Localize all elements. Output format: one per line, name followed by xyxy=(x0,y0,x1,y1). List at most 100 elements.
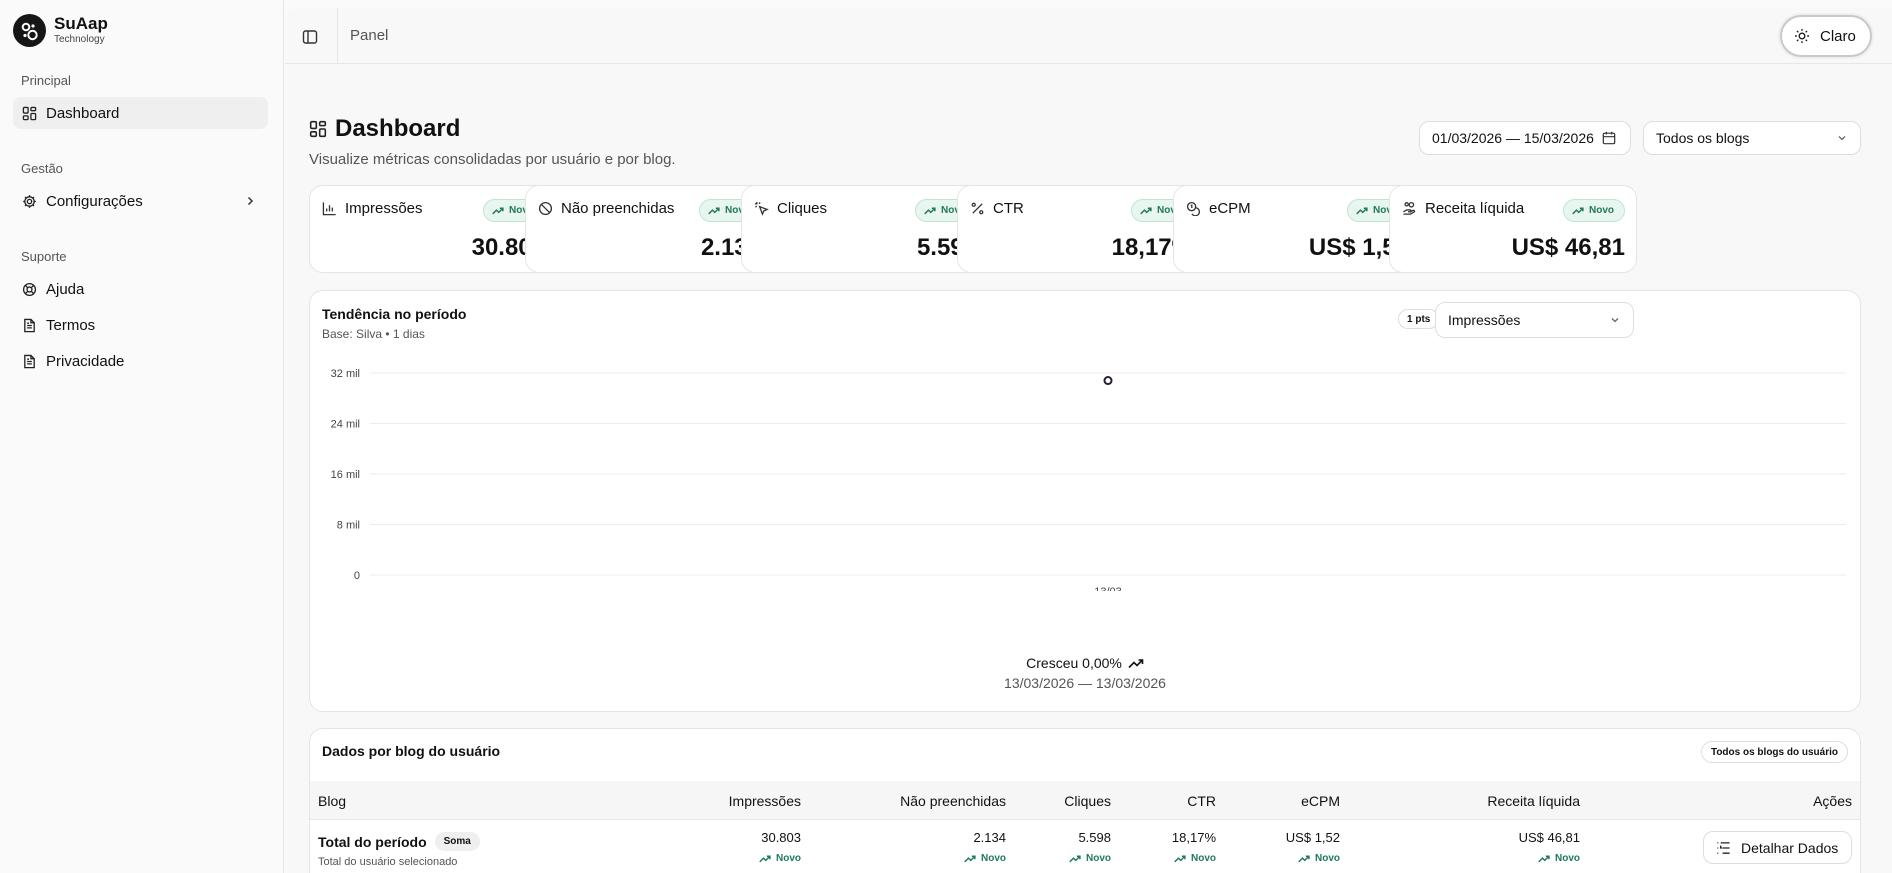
page-subtitle: Visualize métricas consolidadas por usuá… xyxy=(309,151,676,168)
trend-card: Tendência no período Base: Silva • 1 dia… xyxy=(309,290,1861,712)
metric-header: eCPM xyxy=(1186,200,1251,217)
main-content: Panel Claro Dashboard Visualize métricas… xyxy=(285,8,1892,873)
brand-logo-icon xyxy=(13,14,46,47)
sidebar-item-label: Ajuda xyxy=(46,280,85,298)
table-header: Blog Impressões Não preenchidas Cliques … xyxy=(310,781,1860,820)
table-cell: 2.134 Novo xyxy=(964,830,1006,864)
calendar-icon xyxy=(1602,131,1616,145)
sidebar-item-label: Configurações xyxy=(46,192,143,210)
metric-value: US$ 46,81 xyxy=(1511,234,1625,261)
metric-label: Impressões xyxy=(345,200,423,217)
layout-grid-icon xyxy=(22,106,37,121)
total-row-label: Total do período xyxy=(318,833,427,850)
col-cliques[interactable]: Cliques xyxy=(1064,793,1111,809)
col-ecpm[interactable]: eCPM xyxy=(1301,793,1340,809)
table-cell: 5.598 Novo xyxy=(1069,830,1111,864)
cell-badge-label: Novo xyxy=(776,853,801,864)
metric-header: CTR xyxy=(970,200,1024,217)
metric-card-impress-es: Impressões Novo 30.803 xyxy=(309,185,557,273)
table-row-total: Total do período Soma Total do usuário s… xyxy=(310,820,1860,873)
page-title: Dashboard xyxy=(335,115,461,142)
trending-up-icon xyxy=(759,854,771,863)
col-impressoes[interactable]: Impressões xyxy=(729,793,801,809)
cell-value: 2.134 xyxy=(973,830,1006,845)
blog-table-card: Dados por blog do usuário Todos os blogs… xyxy=(309,728,1861,873)
col-blog[interactable]: Blog xyxy=(318,793,346,809)
metric-label: Receita líquida xyxy=(1425,200,1525,217)
blog-filter-select[interactable]: Todos os blogs xyxy=(1643,121,1861,155)
metric-card-ecpm: eCPM Novo US$ 1,52 xyxy=(1173,185,1421,273)
sidebar-item-label: Dashboard xyxy=(46,104,120,122)
trending-up-icon xyxy=(1174,854,1186,863)
growth-summary: Cresceu 0,00% xyxy=(310,655,1860,671)
brand[interactable]: SuAap Technology xyxy=(13,14,108,47)
page-title-row: Dashboard xyxy=(309,115,460,143)
y-tick-label: 32 mil xyxy=(331,368,360,380)
total-row-subtitle: Total do usuário selecionado xyxy=(318,856,458,868)
metric-label: Cliques xyxy=(777,200,828,217)
percent-icon xyxy=(970,201,985,216)
col-ctr[interactable]: CTR xyxy=(1187,793,1216,809)
life-buoy-icon xyxy=(22,282,37,297)
pointer-click-icon xyxy=(754,201,769,216)
nav-group-gestao: Gestão xyxy=(21,161,63,176)
table-filter-badge[interactable]: Todos os blogs do usuário xyxy=(1700,741,1848,763)
x-tick-label: 13/03 xyxy=(1094,586,1122,591)
chevron-right-icon xyxy=(244,195,256,207)
table-cell: US$ 46,81 Novo xyxy=(1519,830,1580,864)
sidebar-item-label: Privacidade xyxy=(46,352,125,370)
theme-toggle-button[interactable]: Claro xyxy=(1780,15,1872,57)
hand-coins-icon xyxy=(1402,201,1417,216)
sun-icon xyxy=(1794,28,1810,44)
y-tick-label: 8 mil xyxy=(337,520,360,532)
gear-icon xyxy=(22,194,37,209)
col-receita-liquida[interactable]: Receita líquida xyxy=(1487,793,1580,809)
bar-chart-icon xyxy=(322,201,337,216)
cell-badge-label: Novo xyxy=(1191,853,1216,864)
cell-badge-label: Novo xyxy=(1555,853,1580,864)
detail-data-button[interactable]: Detalhar Dados xyxy=(1703,831,1852,864)
sidebar-item-configuracoes[interactable]: Configurações xyxy=(13,185,268,217)
cell-badge: Novo xyxy=(1172,853,1216,864)
cell-value: 18,17% xyxy=(1171,830,1216,845)
date-range-picker[interactable]: 01/03/2026 — 15/03/2026 xyxy=(1419,121,1631,155)
cell-badge: Novo xyxy=(759,853,801,864)
trending-up-icon xyxy=(924,206,936,215)
col-acoes: Ações xyxy=(1813,793,1852,809)
ban-icon xyxy=(538,201,553,216)
theme-label: Claro xyxy=(1820,27,1856,45)
sidebar-toggle-button[interactable] xyxy=(299,26,321,48)
date-range-label: 01/03/2026 — 15/03/2026 xyxy=(1432,130,1594,146)
cell-value: US$ 46,81 xyxy=(1518,830,1580,845)
cell-badge-label: Novo xyxy=(1315,853,1340,864)
soma-badge: Soma xyxy=(434,832,480,851)
col-nao-preenchidas[interactable]: Não preenchidas xyxy=(900,793,1006,809)
cell-value: 5.598 xyxy=(1078,830,1111,845)
sidebar: SuAap Technology Principal Dashboard Ges… xyxy=(0,0,284,873)
cell-badge: Novo xyxy=(1519,853,1580,864)
growth-range: 13/03/2026 — 13/03/2026 xyxy=(1004,675,1166,691)
trending-up-icon xyxy=(708,206,720,215)
metric-header: Cliques xyxy=(754,200,827,217)
metric-label: eCPM xyxy=(1209,200,1251,217)
sidebar-item-ajuda[interactable]: Ajuda xyxy=(13,273,268,305)
trending-up-icon xyxy=(492,206,504,215)
blog-filter-value: Todos os blogs xyxy=(1656,130,1750,146)
sidebar-item-privacidade[interactable]: Privacidade xyxy=(13,345,268,377)
y-tick-label: 0 xyxy=(354,570,360,582)
table-cell: 30.803 Novo xyxy=(759,830,801,864)
sidebar-item-dashboard[interactable]: Dashboard xyxy=(13,97,268,129)
sidebar-item-termos[interactable]: Termos xyxy=(13,309,268,341)
table-cell: 18,17% Novo xyxy=(1172,830,1216,864)
brand-subtitle: Technology xyxy=(54,34,105,45)
table-title: Dados por blog do usuário xyxy=(322,743,501,759)
cell-value: US$ 1,52 xyxy=(1285,830,1340,845)
metric-header: Não preenchidas xyxy=(538,200,674,217)
nav-group-suporte: Suporte xyxy=(21,249,67,264)
trend-chart: 08 mil16 mil24 mil32 mil13/03Impressões xyxy=(331,368,1846,591)
brand-name: SuAap xyxy=(54,14,108,33)
trending-up-icon xyxy=(964,854,976,863)
breadcrumb[interactable]: Panel xyxy=(350,27,388,44)
cell-badge-label: Novo xyxy=(1086,853,1111,864)
cell-badge-label: Novo xyxy=(981,853,1006,864)
